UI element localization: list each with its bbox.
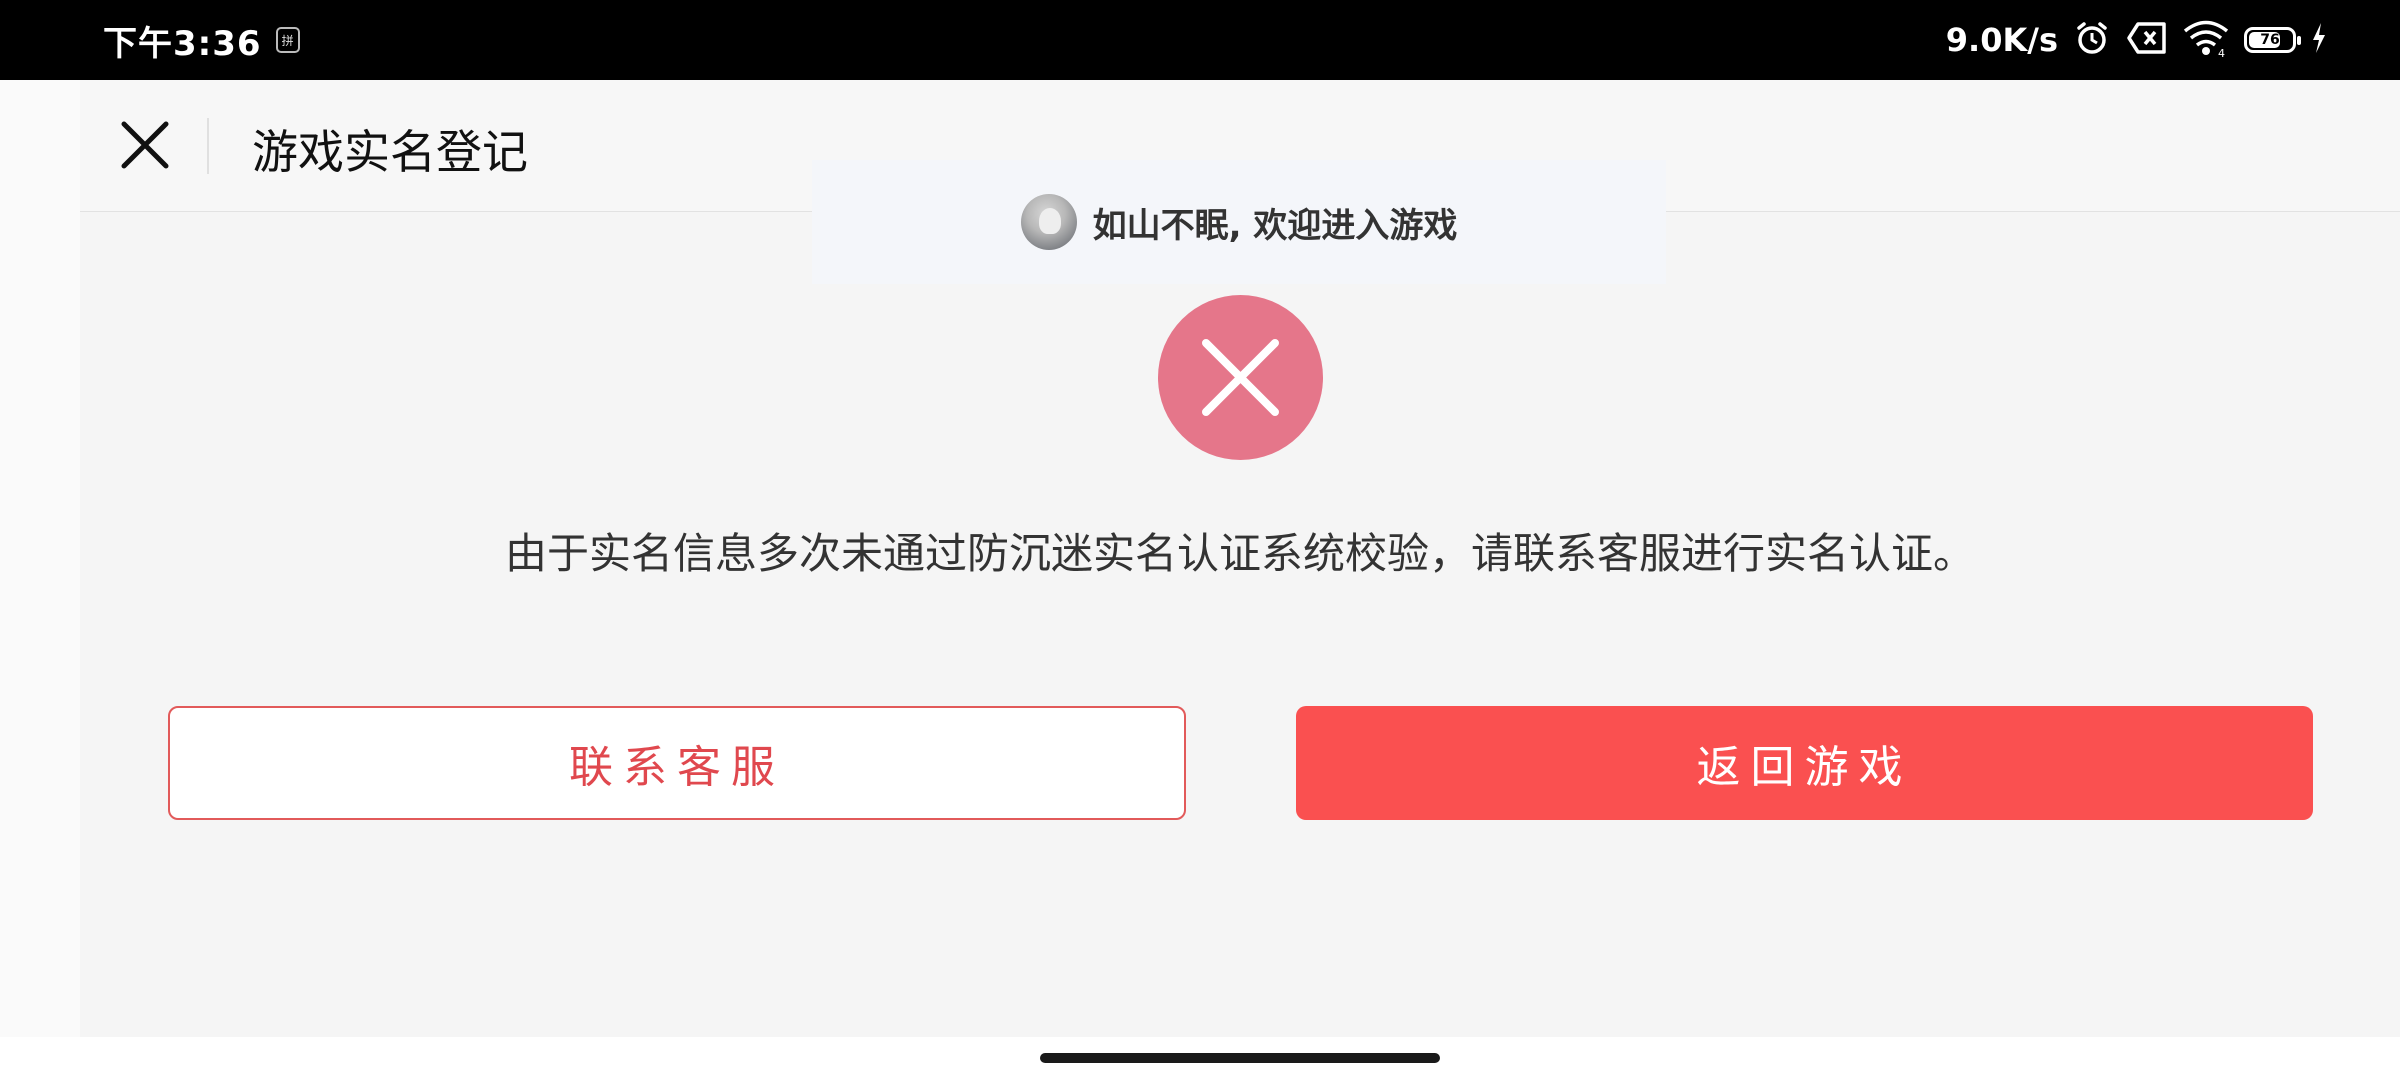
battery-icon: 76	[2244, 27, 2301, 53]
welcome-toast: 如山不眠, 欢迎进入游戏	[812, 160, 1666, 284]
status-bar-left: 下午3:36 拼	[103, 0, 300, 80]
wifi-icon: 4	[2182, 18, 2230, 62]
sim-disabled-icon	[2126, 21, 2168, 59]
return-to-game-button[interactable]: 返回游戏	[1296, 706, 2313, 820]
status-bar-right: 9.0K/s 4 76	[1946, 0, 2328, 80]
close-icon	[121, 121, 169, 169]
input-method-icon: 拼	[275, 27, 300, 53]
network-speed: 9.0K/s	[1945, 21, 2058, 59]
home-indicator[interactable]	[1040, 1053, 1440, 1063]
avatar	[1020, 194, 1077, 250]
battery-level: 76	[2260, 32, 2280, 48]
header-divider	[207, 118, 209, 174]
contact-support-button[interactable]: 联系客服	[168, 706, 1186, 820]
left-gutter	[0, 80, 80, 1037]
page-title: 游戏实名登记	[252, 125, 528, 179]
status-time: 下午3:36	[103, 23, 262, 64]
status-bar: 下午3:36 拼 9.0K/s 4 76	[0, 0, 2400, 80]
alarm-icon	[2072, 18, 2112, 62]
error-icon	[1158, 295, 1323, 460]
close-button[interactable]	[118, 118, 172, 172]
toast-message: 如山不眠, 欢迎进入游戏	[1092, 205, 1458, 246]
svg-text:4: 4	[2218, 47, 2225, 58]
error-message: 由于实名信息多次未通过防沉迷实名认证系统校验，请联系客服进行实名认证。	[504, 529, 1975, 578]
charging-icon	[2310, 21, 2328, 59]
